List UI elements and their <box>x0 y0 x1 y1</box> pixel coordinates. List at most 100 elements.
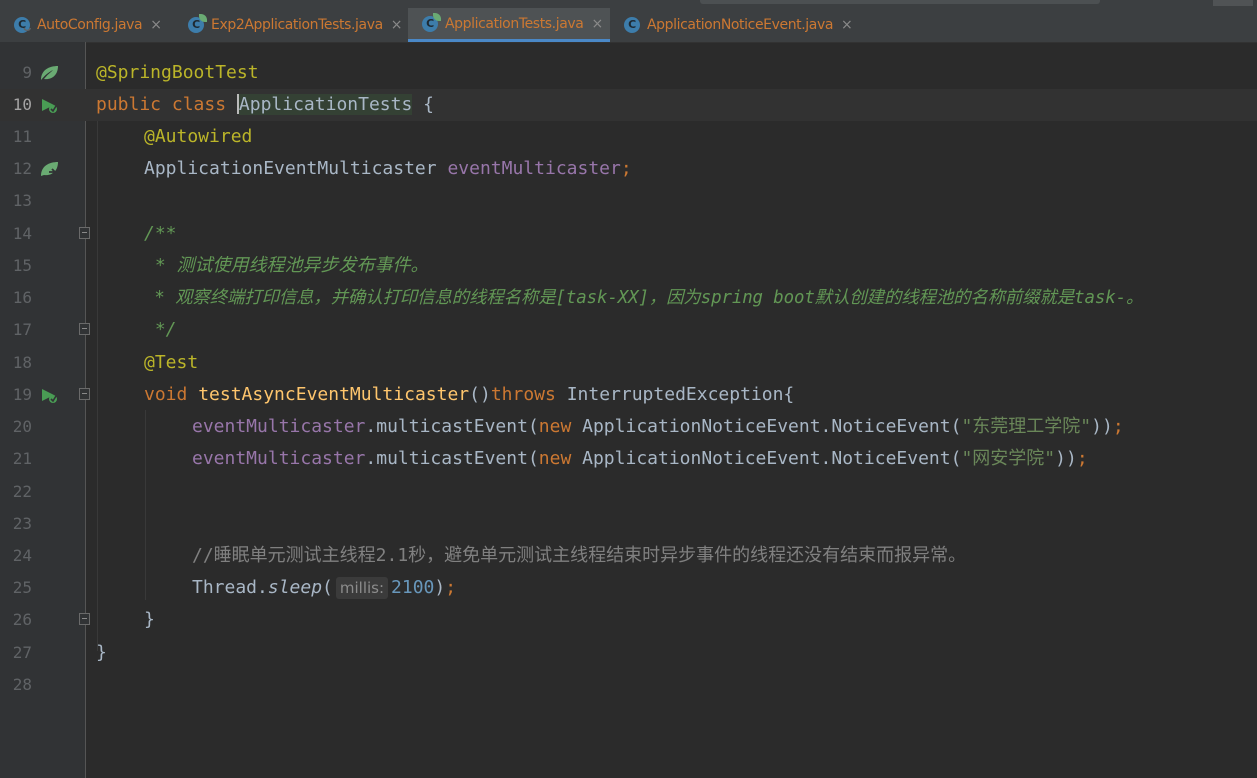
semicolon: ; <box>445 577 457 598</box>
line-number: 14 <box>12 224 32 243</box>
code-line: 19 void testAsyncEventMulticaster()throw… <box>0 379 1257 411</box>
line-number: 10 <box>12 95 32 114</box>
line-number: 21 <box>12 449 32 468</box>
fold-marker-icon[interactable] <box>79 388 90 400</box>
code-line: 9 @SpringBootTest <box>0 57 1257 89</box>
parens: () <box>469 384 491 405</box>
brace: { <box>412 94 434 115</box>
field-name: eventMulticaster <box>192 448 366 469</box>
method-call: .multicastEvent( <box>365 416 539 437</box>
type-name: ApplicationEventMulticaster <box>144 158 437 179</box>
parameter-hint: millis: <box>335 577 389 599</box>
fold-marker-icon[interactable] <box>79 323 90 335</box>
code-text: Thread.sleep(millis: 2100); <box>192 572 456 604</box>
code-line-current: 10 public class ApplicationTests { <box>0 89 1257 121</box>
code-text: void testAsyncEventMulticaster()throws I… <box>144 379 794 411</box>
keyword: void <box>144 384 188 405</box>
spring-leaf-icon[interactable] <box>39 64 59 82</box>
code-line: 22 <box>0 476 1257 508</box>
tab-scroll-indicator <box>1213 0 1253 6</box>
code-text: @Test <box>144 347 198 379</box>
code-text: eventMulticaster.multicastEvent(new Appl… <box>192 443 1088 475</box>
semicolon: ; <box>1076 448 1088 469</box>
line-number: 24 <box>12 546 32 565</box>
code-line: 18 @Test <box>0 347 1257 379</box>
class-name: ApplicationTests <box>238 94 413 115</box>
keyword: throws <box>490 384 556 405</box>
annotation: @Test <box>144 352 199 373</box>
code-line: 16 * 观察终端打印信息，并确认打印信息的线程名称是[task-XX]，因为s… <box>0 282 1257 314</box>
code-line: 21 eventMulticaster.multicastEvent(new A… <box>0 443 1257 475</box>
doc-comment: * 测试使用线程池异步发布事件。 <box>144 255 429 276</box>
code-text: eventMulticaster.multicastEvent(new Appl… <box>192 411 1124 443</box>
annotation: @Autowired <box>144 126 253 147</box>
code-line: 27 } <box>0 637 1257 669</box>
code-line: 15 * 测试使用线程池异步发布事件。 <box>0 250 1257 282</box>
code-line: 25 Thread.sleep(millis: 2100); <box>0 572 1257 604</box>
toolbar-strip <box>700 0 1100 4</box>
keyword: class <box>171 94 227 115</box>
exception-type: InterruptedException{ <box>555 384 795 405</box>
constructor: ApplicationNoticeEvent.NoticeEvent( <box>571 416 962 437</box>
brace: } <box>144 609 155 630</box>
code-text: ApplicationEventMulticaster eventMultica… <box>144 153 632 185</box>
line-number: 11 <box>12 127 32 146</box>
line-number: 27 <box>12 643 32 662</box>
brace: } <box>96 642 107 663</box>
line-number: 13 <box>12 191 32 210</box>
field-name: eventMulticaster <box>447 158 621 179</box>
doc-comment: */ <box>144 319 177 340</box>
run-test-icon[interactable] <box>39 386 59 404</box>
line-number: 25 <box>12 578 32 597</box>
fold-marker-icon[interactable] <box>79 613 90 625</box>
code-line: 24 //睡眠单元测试主线程2.1秒，避免单元测试主线程结束时异步事件的线程还没… <box>0 540 1257 572</box>
line-number: 26 <box>12 610 32 629</box>
line-comment: //睡眠单元测试主线程2.1秒，避免单元测试主线程结束时异步事件的线程还没有结束… <box>192 545 967 566</box>
code-text: @Autowired <box>144 121 252 153</box>
code-line: 20 eventMulticaster.multicastEvent(new A… <box>0 411 1257 443</box>
code-line: 17 */ <box>0 314 1257 346</box>
field-name: eventMulticaster <box>192 416 366 437</box>
string-literal: "网安学院" <box>961 448 1056 469</box>
line-number: 15 <box>12 256 32 275</box>
line-number: 18 <box>12 353 32 372</box>
fold-marker-icon[interactable] <box>79 227 90 239</box>
code-line: 13 <box>0 185 1257 217</box>
line-number: 17 <box>12 320 32 339</box>
parens: ( <box>322 577 333 598</box>
keyword: new <box>538 416 572 437</box>
line-number: 16 <box>12 288 32 307</box>
line-number: 12 <box>12 159 32 178</box>
class-ref: Thread. <box>192 577 268 598</box>
code-line: 14 /** <box>0 218 1257 250</box>
string-literal: "东莞理工学院" <box>961 416 1092 437</box>
semicolon: ; <box>620 158 632 179</box>
navigate-to-bean-icon[interactable] <box>39 160 59 178</box>
parens: ) <box>434 577 446 598</box>
method-name: testAsyncEventMulticaster <box>198 384 470 405</box>
static-method: sleep <box>267 577 323 598</box>
line-number: 8 <box>0 28 32 42</box>
code-line: 26 } <box>0 604 1257 636</box>
line-number: 22 <box>12 482 32 501</box>
number-literal: 2100 <box>391 577 435 598</box>
doc-comment: /** <box>144 223 177 244</box>
line-number: 20 <box>12 417 32 436</box>
keyword: new <box>538 448 572 469</box>
code-line: 8 <box>0 28 1257 42</box>
code-text: public class ApplicationTests { <box>96 89 434 121</box>
line-number: 19 <box>12 385 32 404</box>
line-number: 28 <box>12 675 32 694</box>
method-call: .multicastEvent( <box>365 448 539 469</box>
doc-comment: * 观察终端打印信息，并确认打印信息的线程名称是[task-XX]，因为spri… <box>144 288 1144 308</box>
code-line: 11 @Autowired <box>0 121 1257 153</box>
code-line: 12 ApplicationEventMulticaster eventMult… <box>0 153 1257 185</box>
code-line: 28 <box>0 669 1257 701</box>
constructor: ApplicationNoticeEvent.NoticeEvent( <box>571 448 962 469</box>
run-test-icon[interactable] <box>39 96 59 114</box>
parens: )) <box>1055 448 1077 469</box>
semicolon: ; <box>1112 416 1124 437</box>
line-number: 9 <box>22 63 32 82</box>
parens: )) <box>1091 416 1113 437</box>
code-line: 23 <box>0 508 1257 540</box>
